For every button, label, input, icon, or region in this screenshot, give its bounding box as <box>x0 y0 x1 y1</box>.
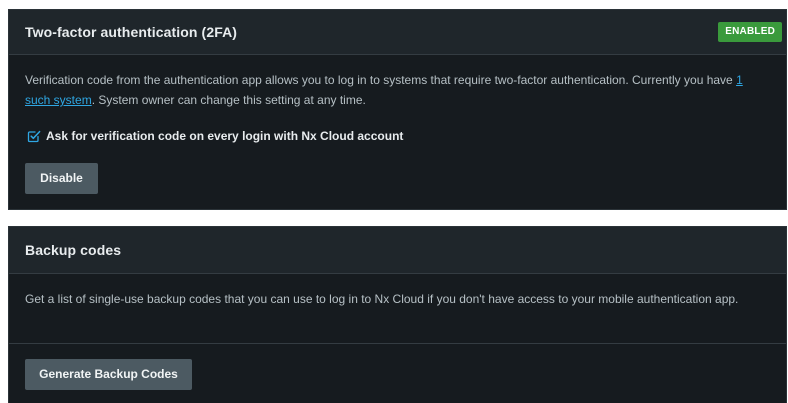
section-divider <box>9 343 786 344</box>
backup-codes-description: Get a list of single-use backup codes th… <box>25 292 739 306</box>
verification-checkbox-row[interactable]: Ask for verification code on every login… <box>27 127 403 145</box>
backup-codes-header: Backup codes <box>9 227 786 274</box>
generate-backup-codes-button[interactable]: Generate Backup Codes <box>25 359 192 390</box>
checkbox-checked-icon[interactable] <box>27 129 41 143</box>
disable-button[interactable]: Disable <box>25 163 98 194</box>
description-text-start: Verification code from the authenticatio… <box>25 73 737 87</box>
description-text-end: . System owner can change this setting a… <box>91 93 366 107</box>
two-factor-description: Verification code from the authenticatio… <box>25 70 765 110</box>
two-factor-title: Two-factor authentication (2FA) <box>25 24 238 40</box>
two-factor-card: Two-factor authentication (2FA) ENABLED … <box>8 9 787 210</box>
backup-codes-title: Backup codes <box>25 242 122 258</box>
two-factor-header: Two-factor authentication (2FA) ENABLED <box>9 10 786 55</box>
status-badge: ENABLED <box>718 22 782 42</box>
verification-checkbox-label[interactable]: Ask for verification code on every login… <box>46 127 403 145</box>
security-settings-page: Two-factor authentication (2FA) ENABLED … <box>0 0 788 403</box>
backup-codes-card: Backup codes Get a list of single-use ba… <box>8 226 787 403</box>
